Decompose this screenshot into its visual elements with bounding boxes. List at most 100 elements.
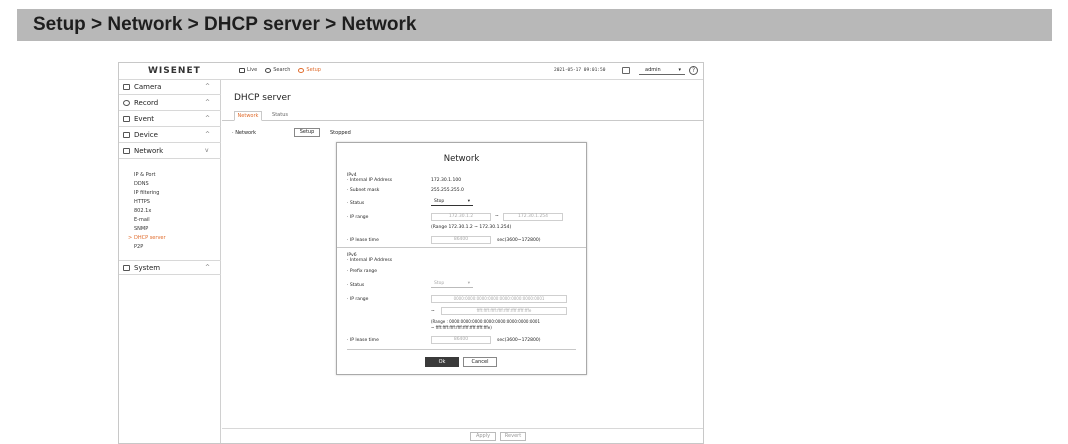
tab-status[interactable]: Status (268, 111, 292, 121)
ipv4-ip-range-hint: (Range 172.30.1.2 ~ 172.30.1.254) (431, 225, 512, 230)
network-icon (123, 148, 130, 154)
ipv6-ip-range-label-text: IP range (349, 297, 369, 302)
ipv4-ipv6-divider (337, 247, 586, 248)
dhcp-status-text: Stopped (330, 130, 351, 136)
ipv6-lease-unit: sec(3600~172800) (497, 338, 541, 343)
sidebar-item-p2p[interactable]: P2P (134, 244, 143, 250)
gear-icon (298, 67, 305, 73)
ipv6-ip-range-end[interactable]: ffff:ffff:ffff:ffff:ffff:ffff:ffff:fffe (441, 307, 567, 315)
tab-network[interactable]: Network (234, 111, 262, 121)
main-content: DHCP server Network Status · Network Set… (222, 80, 703, 443)
ipv6-status-value: Stop (434, 281, 445, 286)
record-icon (123, 100, 130, 106)
sidebar-menu-system[interactable]: System ^ (119, 260, 221, 275)
sidebar-menu-label: Device (134, 131, 158, 139)
help-icon[interactable]: ? (689, 66, 698, 75)
top-nav: Live Search Setup (239, 67, 321, 73)
ipv4-internal-ip-value: 172.30.1.100 (431, 178, 462, 183)
ipv4-subnet-value: 255.255.255.0 (431, 188, 464, 193)
chevron-up-icon: ^ (205, 264, 211, 271)
ipv4-ip-range-label-text: IP range (349, 215, 369, 220)
chevron-down-icon: ▾ (467, 281, 470, 286)
ipv6-ip-range-label: · IP range (347, 297, 369, 302)
sidebar-item-ddns[interactable]: DDNS (134, 181, 149, 187)
sidebar-menu-label: Network (134, 147, 164, 155)
ipv6-prefix-label-text: Prefix range (349, 269, 378, 274)
ipv4-status-label-text: Status (349, 201, 365, 206)
ipv6-internal-ip-label: · Internal IP Address (347, 258, 393, 263)
system-icon (123, 265, 130, 271)
active-bullet-icon: > (128, 235, 133, 241)
apply-button[interactable]: Apply (470, 432, 496, 441)
sidebar-menu-label: System (134, 264, 161, 272)
network-label-text: Network (235, 130, 257, 136)
sidebar: Camera ^ Record ^ Event ^ Device ^ Netwo… (119, 80, 221, 443)
user-select[interactable]: admin ▾ (639, 66, 685, 75)
ipv6-lease-label: · IP lease time (347, 338, 379, 343)
chevron-up-icon: ^ (205, 99, 211, 106)
monitor-icon (239, 67, 245, 73)
sidebar-menu-device[interactable]: Device ^ (119, 128, 221, 143)
setup-button[interactable]: Setup (294, 128, 320, 137)
ipv6-lease-label-text: IP lease time (349, 338, 379, 343)
sidebar-item-snmp[interactable]: SNMP (134, 226, 148, 232)
ipv4-lease-label: · IP lease time (347, 238, 379, 243)
ipv6-ip-range-hint-2: ~ ffff:ffff:ffff:ffff:ffff:ffff:ffff:fff… (431, 325, 492, 330)
device-icon (123, 132, 130, 138)
nav-setup[interactable]: Setup (298, 67, 321, 73)
chevron-down-icon: ▾ (678, 67, 681, 73)
ipv4-ip-range-end[interactable]: 172.30.1.254 (503, 213, 563, 221)
doc-banner: Setup > Network > DHCP server > Network (17, 9, 1052, 41)
sidebar-item-ip-filtering[interactable]: IP filtering (134, 190, 159, 196)
nav-live[interactable]: Live (239, 67, 257, 73)
chevron-up-icon: ^ (205, 83, 211, 90)
dialog-footer-divider (347, 349, 576, 350)
nav-search[interactable]: Search (265, 67, 290, 73)
ipv4-ip-range-start[interactable]: 172.30.1.2 (431, 213, 491, 221)
app-window: WISENET Live Search Setup 2021-05-17 09:… (118, 62, 704, 444)
ipv6-prefix-label: · Prefix range (347, 269, 378, 274)
sidebar-item-dhcp-server[interactable]: > DHCP server (128, 235, 166, 241)
sidebar-item-email[interactable]: E-mail (134, 217, 150, 223)
ipv6-lease-input[interactable]: 86400 (431, 336, 491, 344)
bottom-divider (222, 428, 703, 429)
datetime: 2021-05-17 09:01:50 (554, 68, 606, 73)
sidebar-menu-record[interactable]: Record ^ (119, 96, 221, 111)
chevron-up-icon: ^ (205, 131, 211, 138)
revert-button[interactable]: Revert (500, 432, 526, 441)
sidebar-item-ip-port[interactable]: IP & Port (134, 172, 155, 178)
page-title: DHCP server (234, 93, 291, 103)
sidebar-menu-network[interactable]: Network v (119, 144, 221, 159)
ipv4-status-select[interactable]: Stop ▾ (431, 198, 473, 206)
sidebar-item-8021x[interactable]: 802.1x (134, 208, 151, 214)
search-icon (265, 67, 272, 73)
ipv6-status-select[interactable]: Stop ▾ (431, 280, 473, 288)
ok-button[interactable]: Ok (425, 357, 459, 367)
cancel-button[interactable]: Cancel (463, 357, 497, 367)
sidebar-item-label: DHCP server (134, 235, 166, 241)
ipv4-lease-unit: sec(3600~172800) (497, 238, 541, 243)
ipv4-lease-label-text: IP lease time (349, 238, 379, 243)
ipv6-ip-range-sep: ~ (431, 309, 435, 314)
network-dialog: Network IPv4 · Internal IP Address 172.3… (336, 142, 587, 375)
sidebar-menu-label: Record (134, 99, 159, 107)
ipv6-status-label: · Status (347, 283, 365, 288)
ipv4-ip-range-label: · IP range (347, 215, 369, 220)
ipv4-status-label: · Status (347, 201, 365, 206)
ipv4-status-value: Stop (434, 199, 445, 204)
bell-icon (123, 116, 130, 122)
sidebar-item-https[interactable]: HTTPS (134, 199, 150, 205)
sidebar-menu-event[interactable]: Event ^ (119, 112, 221, 127)
user-switch-icon[interactable] (622, 67, 630, 74)
sidebar-menu-camera[interactable]: Camera ^ (119, 80, 221, 95)
chevron-up-icon: ^ (205, 115, 211, 122)
banner-title: Setup > Network > DHCP server > Network (33, 14, 417, 35)
ipv6-internal-ip-label-text: Internal IP Address (349, 258, 393, 263)
ipv4-lease-input[interactable]: 86400 (431, 236, 491, 244)
ipv4-ip-range-sep: ~ (495, 214, 499, 219)
ipv4-internal-ip-label-text: Internal IP Address (349, 178, 393, 183)
ipv6-ip-range-hint-1: (Range : 0000:0000:0000:0000:0000:0000:0… (431, 319, 540, 324)
network-field-label: · Network (232, 130, 257, 136)
camera-icon (123, 84, 130, 90)
ipv6-ip-range-start[interactable]: 0000:0000:0000:0000:0000:0000:0000:0001 (431, 295, 567, 303)
